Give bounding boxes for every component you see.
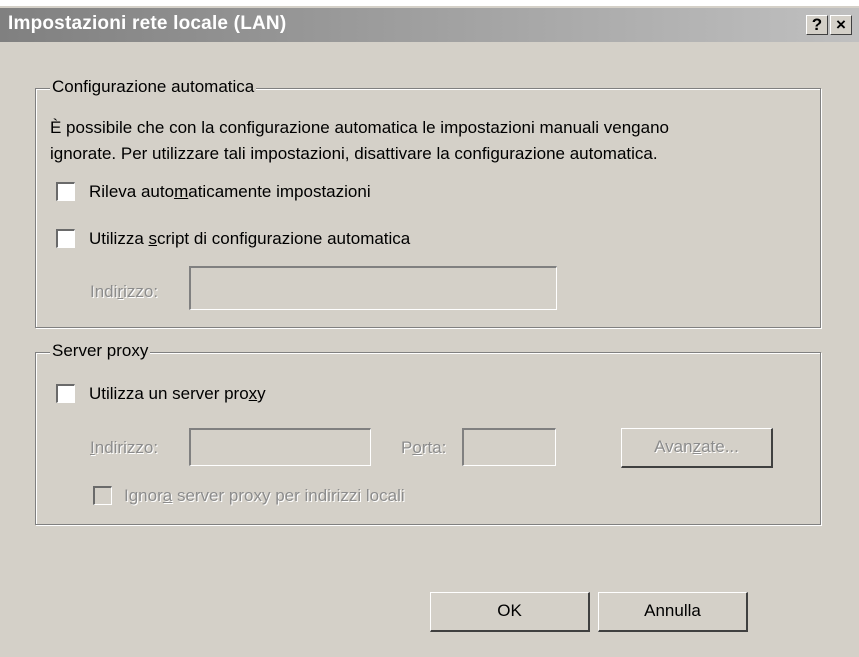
close-button[interactable]: × [830, 15, 852, 35]
auto-detect-label[interactable]: Rileva automaticamente impostazioni [89, 182, 371, 202]
window-title: Impostazioni rete locale (LAN) [8, 13, 287, 34]
ok-button[interactable]: OK [430, 592, 590, 632]
proxy-address-label: Indirizzo: [90, 438, 159, 457]
help-icon: ? [811, 15, 823, 34]
proxy-port-input[interactable] [462, 428, 556, 466]
use-proxy-label[interactable]: Utilizza un server proxy [89, 384, 266, 404]
help-button[interactable]: ? [806, 15, 828, 35]
proxy-server-legend: Server proxy [50, 341, 151, 361]
auto-config-legend: Configurazione automatica [50, 77, 257, 97]
auto-config-description-line2: ignorate. Per utilizzare tali impostazio… [50, 144, 658, 163]
auto-detect-checkbox[interactable] [56, 182, 75, 201]
auto-script-label[interactable]: Utilizza script di configurazione automa… [89, 229, 410, 249]
auto-config-description-line1: È possibile che con la configurazione au… [50, 118, 669, 137]
cancel-button[interactable]: Annulla [598, 592, 748, 632]
auto-script-checkbox[interactable] [56, 229, 75, 248]
script-address-label: Indirizzo: [90, 282, 159, 301]
bypass-local-label[interactable]: Ignora server proxy per indirizzi locali [124, 486, 405, 506]
advanced-button[interactable]: Avanzate... [621, 428, 773, 468]
bypass-local-checkbox[interactable] [93, 486, 112, 505]
title-bar[interactable]: Impostazioni rete locale (LAN) ? × [0, 8, 859, 42]
proxy-address-input[interactable] [189, 428, 371, 466]
close-icon: × [836, 15, 846, 34]
script-address-input[interactable] [189, 266, 557, 310]
proxy-port-label: Porta: [401, 438, 447, 457]
use-proxy-checkbox[interactable] [56, 384, 75, 403]
